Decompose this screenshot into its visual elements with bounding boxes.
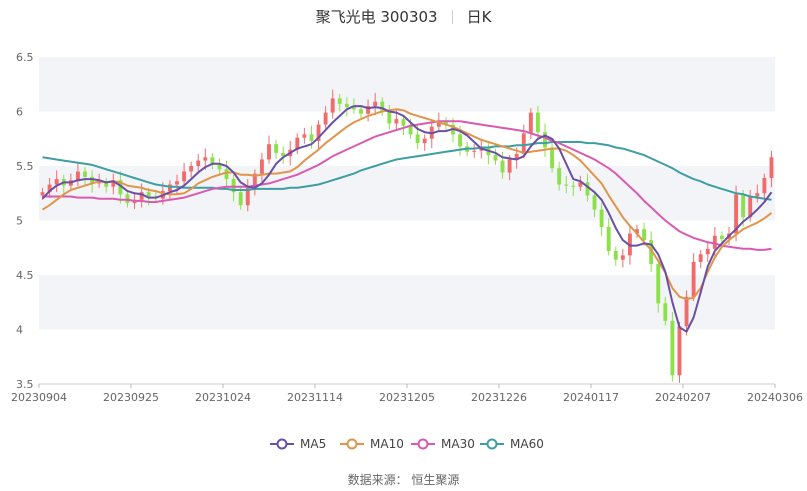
x-tick-label: 20231205: [379, 391, 435, 404]
candle-body: [458, 134, 463, 147]
candle-body: [175, 181, 179, 185]
candle-body: [125, 194, 130, 204]
candle-body: [373, 101, 378, 107]
candle-body: [189, 166, 194, 172]
candle-body: [309, 134, 314, 141]
candle-body: [656, 264, 661, 304]
candlesticks: [40, 89, 774, 383]
y-axis: 3.5 4 4.5 5 5.5 6 6.5: [16, 51, 34, 391]
candle-body: [330, 98, 335, 113]
candle-body: [196, 160, 201, 166]
legend-label: MA10: [370, 437, 404, 451]
candle-body: [663, 303, 668, 321]
candle-body: [705, 248, 710, 255]
candle-body: [507, 159, 512, 173]
chart: 聚飞光电 300303 日K 3.5 4 4.5 5 5.5 6 6.5 20230904 20…: [0, 0, 807, 491]
grid-band: [39, 275, 775, 330]
legend: MA5 MA10 MA30 MA60: [270, 437, 544, 451]
candle-body: [83, 171, 87, 177]
candle-body: [613, 251, 618, 260]
candle-body: [493, 155, 498, 161]
candle-body: [528, 112, 533, 134]
candle-body: [677, 326, 682, 376]
legend-label: MA60: [510, 437, 544, 451]
y-tick-label: 3.5: [16, 378, 34, 391]
candle-body: [599, 209, 604, 228]
legend-marker: [486, 438, 498, 450]
candle-body: [75, 171, 80, 181]
candle-body: [620, 255, 625, 260]
candle-body: [238, 192, 243, 206]
candle-body: [472, 150, 477, 152]
kline-chart: 3.5 4 4.5 5 5.5 6 6.5 20230904 20230925 20231024…: [11, 51, 803, 451]
candle-body: [323, 112, 328, 125]
candle-body: [337, 98, 342, 104]
candle-body: [698, 254, 703, 262]
legend-marker: [417, 438, 429, 450]
candle-body: [217, 164, 222, 170]
candle-body: [606, 227, 611, 252]
candle-body: [344, 103, 349, 108]
grid-band: [39, 57, 775, 112]
candle-body: [40, 192, 45, 196]
data-source: 数据来源： 恒生聚源: [347, 473, 460, 487]
candle-body: [54, 179, 59, 185]
candle-body: [521, 133, 526, 155]
candle-body: [762, 177, 767, 194]
candle-body: [380, 101, 385, 112]
candle-body: [422, 138, 427, 144]
x-tick-label: 20240207: [655, 391, 711, 404]
candle-body: [500, 160, 505, 173]
candle-body: [415, 134, 420, 144]
candle-body: [550, 147, 555, 169]
y-tick-label: 5: [16, 215, 23, 228]
candle-body: [642, 229, 647, 241]
legend-label: MA30: [441, 437, 475, 451]
y-tick-label: 6.5: [16, 51, 34, 64]
y-tick-label: 6: [16, 106, 23, 119]
candle-body: [387, 111, 392, 124]
candle-body: [769, 157, 774, 178]
x-tick-label: 20240306: [747, 391, 803, 404]
x-axis: 20230904 20230925 20231024 20231114 20231205…: [11, 384, 803, 404]
candle-body: [274, 144, 279, 153]
x-tick-label: 20230904: [11, 391, 67, 404]
candle-body: [259, 159, 264, 174]
candle-body: [571, 185, 576, 187]
candle-body: [543, 132, 547, 148]
candle-body: [557, 168, 562, 185]
candle-body: [670, 320, 675, 376]
legend-marker: [276, 438, 288, 450]
y-tick-label: 4: [16, 324, 23, 337]
x-tick-label: 20231226: [471, 391, 527, 404]
x-tick-label: 20231024: [195, 391, 251, 404]
candle-body: [684, 296, 689, 327]
legend-marker: [346, 438, 358, 450]
candle-body: [592, 195, 597, 210]
candle-body: [182, 171, 187, 182]
candle-body: [741, 194, 746, 218]
candle-body: [691, 261, 696, 297]
x-tick-label: 20231114: [287, 391, 343, 404]
candle-body: [564, 184, 569, 186]
y-tick-label: 5.5: [16, 160, 34, 173]
candle-body: [224, 169, 229, 180]
candle-body: [267, 144, 271, 160]
candle-body: [359, 109, 363, 114]
candle-body: [302, 134, 307, 138]
candle-body: [203, 157, 208, 161]
x-tick-label: 20230925: [103, 391, 159, 404]
candle-body: [719, 235, 724, 240]
candle-body: [401, 119, 406, 126]
y-tick-label: 4.5: [16, 269, 34, 282]
legend-label: MA5: [300, 437, 326, 451]
candle-body: [755, 193, 760, 197]
candle-body: [394, 119, 399, 124]
candle-body: [535, 112, 540, 133]
x-tick-label: 20240117: [563, 391, 619, 404]
